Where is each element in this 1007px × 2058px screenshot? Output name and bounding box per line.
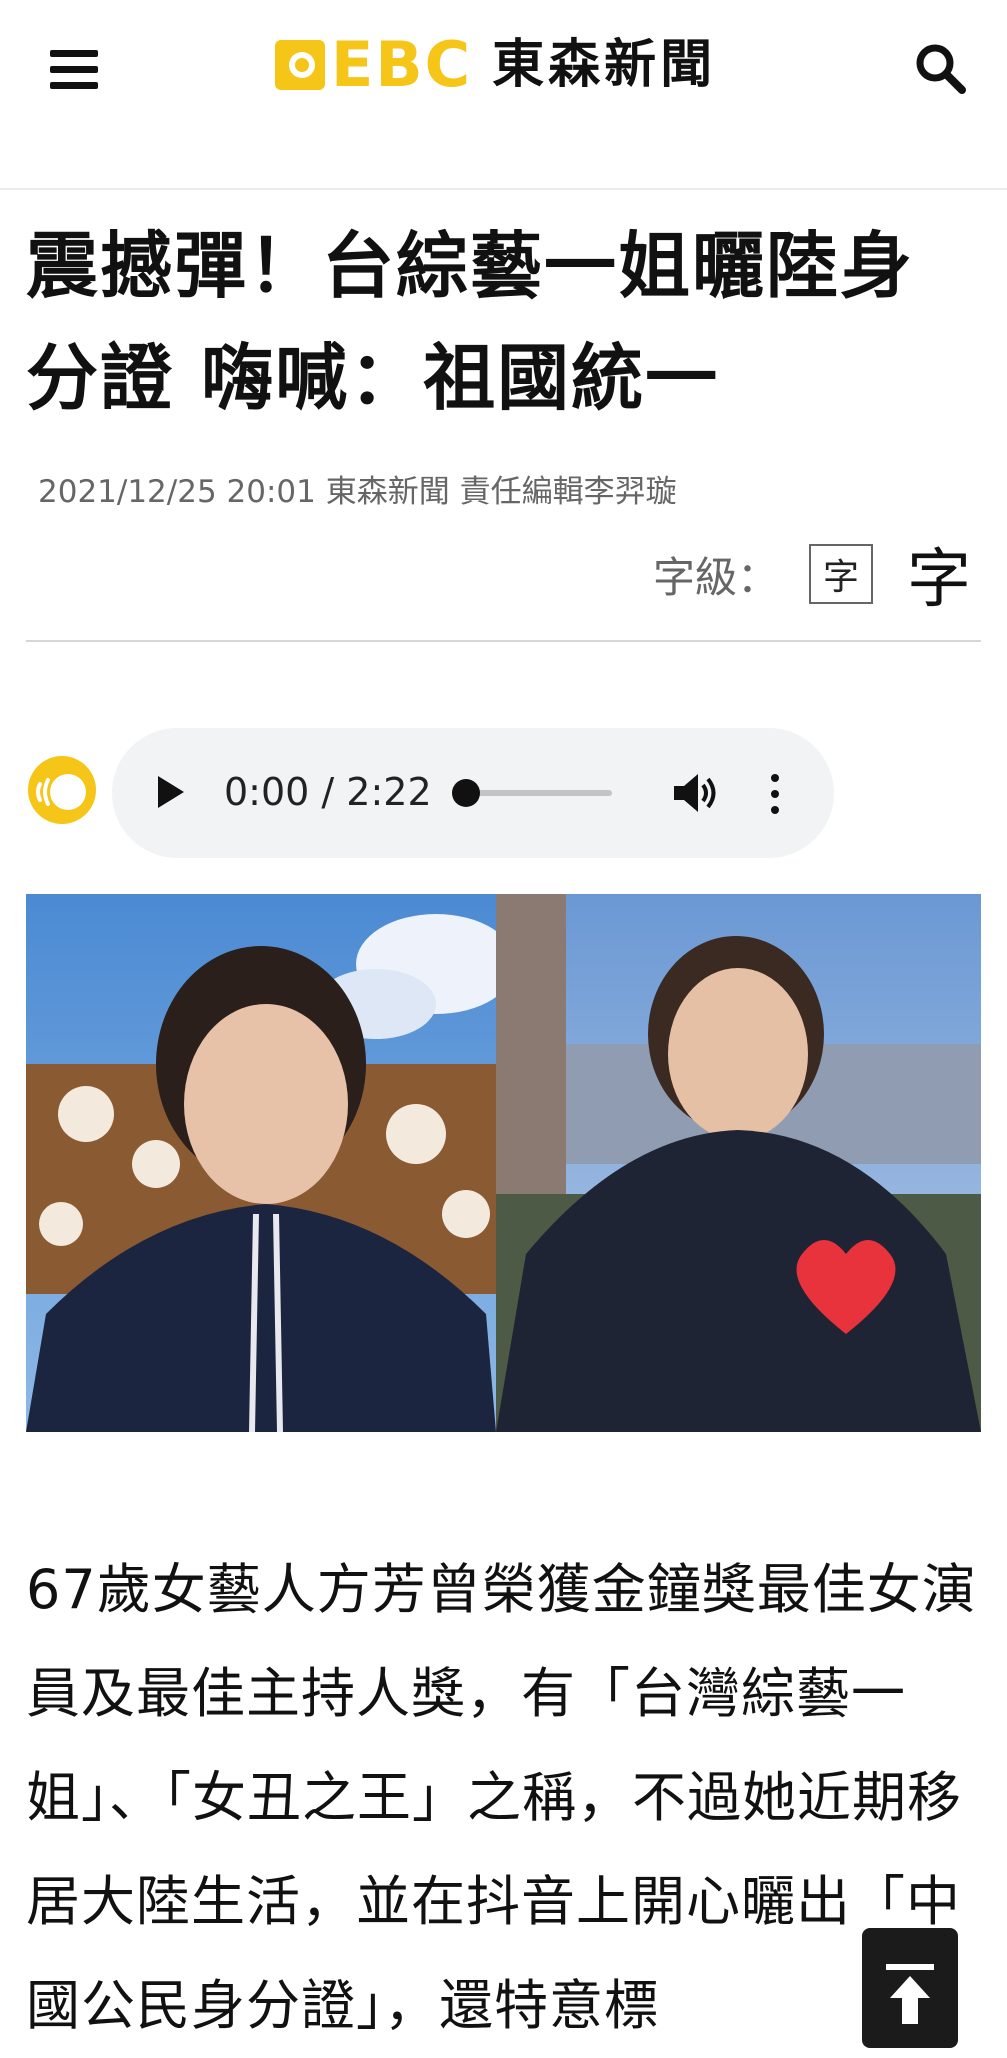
menu-icon[interactable] [50, 46, 104, 94]
header-divider [0, 188, 1007, 190]
font-size-label: 字級： [652, 552, 779, 602]
article-title: 震撼彈！台綜藝一姐曬陸身分證 嗨喊：祖國統一 [26, 224, 915, 420]
volume-icon[interactable] [672, 772, 718, 814]
more-icon[interactable] [768, 774, 782, 814]
back-to-top-button[interactable] [862, 1928, 958, 2048]
site-header: EBC 東森新聞 [0, 0, 1007, 190]
section-divider [26, 640, 981, 642]
article-body: 67歲女藝人方芳曾榮獲金鐘獎最佳女演員及最佳主持人獎，有「台灣綜藝一姐」、「女丑… [26, 1558, 977, 2037]
audio-player: 0:00 / 2:22 [112, 728, 834, 858]
audio-time: 0:00 / 2:22 [224, 770, 432, 814]
article-photo [26, 894, 981, 1432]
logo-letters: EBC [331, 28, 473, 101]
back-to-top-icon [886, 1964, 934, 2024]
search-icon[interactable] [912, 40, 968, 96]
font-size-small-button[interactable]: 字 [809, 544, 873, 604]
tts-icon[interactable] [26, 754, 98, 826]
logo-text: 東森新聞 [492, 35, 717, 95]
audio-progress-thumb[interactable] [452, 779, 480, 807]
font-size-large-button[interactable]: 字 [907, 528, 971, 620]
site-logo[interactable]: EBC 東森新聞 [275, 30, 716, 100]
article-meta: 2021/12/25 20:01 東森新聞 責任編輯李羿璇 [38, 474, 677, 510]
logo-e-icon [275, 40, 325, 90]
logo-mark: EBC [275, 34, 472, 96]
play-icon[interactable] [158, 776, 184, 808]
font-size-control: 字級： 字 字 [653, 528, 971, 620]
